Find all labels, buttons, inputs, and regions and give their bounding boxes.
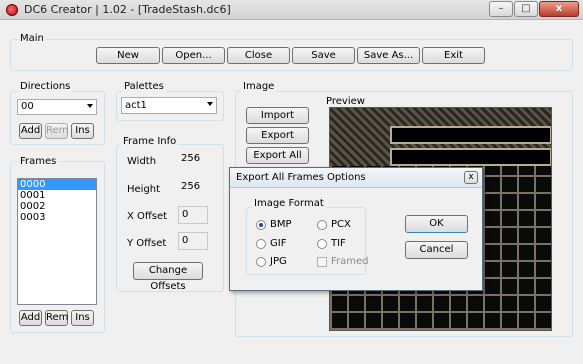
close-file-button[interactable]: Close — [227, 47, 290, 64]
y-offset-label: Y Offset — [127, 238, 167, 249]
export-button[interactable]: Export — [246, 127, 309, 144]
direction-add-button[interactable]: Add — [19, 123, 42, 139]
x-offset-value: 0 — [178, 206, 208, 224]
width-label: Width — [127, 156, 157, 167]
import-button[interactable]: Import — [246, 107, 309, 124]
dialog-title: Export All Frames Options — [236, 172, 366, 183]
palette-select-value: act1 — [125, 100, 147, 111]
list-item[interactable]: 0000 — [18, 179, 96, 190]
direction-rem-button[interactable]: Rem — [45, 123, 68, 139]
radio-bmp-label: BMP — [270, 219, 292, 230]
change-offsets-button[interactable]: Change Offsets — [133, 262, 203, 292]
direction-ins-button[interactable]: Ins — [71, 123, 94, 139]
frame-ins-button[interactable]: Ins — [71, 310, 94, 326]
radio-tif-label: TIF — [331, 238, 346, 249]
framed-checkbox[interactable] — [317, 257, 327, 267]
radio-gif-label: GIF — [270, 238, 287, 249]
height-label: Height — [127, 184, 161, 195]
image-group-label: Image — [241, 81, 277, 92]
title-bar[interactable]: DC6 Creator | 1.02 - [TradeStash.dc6] – … — [0, 0, 583, 20]
export-all-dialog: Export All Frames Options x Image Format… — [229, 167, 483, 291]
open-button[interactable]: Open... — [162, 47, 225, 64]
list-item[interactable]: 0001 — [18, 190, 96, 201]
height-value: 256 — [178, 179, 208, 197]
radio-tif[interactable] — [317, 239, 327, 249]
frame-add-button[interactable]: Add — [19, 310, 42, 326]
main-group-label: Main — [18, 33, 46, 44]
ok-button[interactable]: OK — [405, 215, 468, 233]
direction-select-value: 00 — [21, 101, 34, 112]
minimize-button[interactable]: – — [489, 1, 513, 17]
cancel-button[interactable]: Cancel — [405, 241, 468, 259]
new-button[interactable]: New — [96, 47, 160, 64]
x-offset-label: X Offset — [127, 211, 168, 222]
dialog-title-bar[interactable]: Export All Frames Options x — [230, 168, 482, 188]
stash-slot — [390, 148, 551, 166]
radio-jpg[interactable] — [256, 257, 266, 267]
chevron-down-icon — [207, 102, 213, 106]
radio-gif[interactable] — [256, 239, 266, 249]
width-value: 256 — [178, 151, 208, 169]
save-as-button[interactable]: Save As... — [357, 47, 420, 64]
frames-group-label: Frames — [18, 156, 59, 167]
image-format-label: Image Format — [252, 198, 326, 209]
close-window-button[interactable]: x — [539, 1, 579, 17]
radio-jpg-label: JPG — [270, 256, 287, 267]
palette-select[interactable]: act1 — [121, 97, 217, 114]
list-item[interactable]: 0003 — [18, 212, 96, 223]
frames-list[interactable]: 0000 0001 0002 0003 — [17, 178, 97, 305]
directions-group-label: Directions — [18, 81, 73, 92]
direction-select[interactable]: 00 — [17, 99, 97, 115]
radio-pcx-label: PCX — [331, 219, 351, 230]
maximize-button[interactable]: □ — [514, 1, 538, 17]
radio-bmp[interactable] — [256, 220, 266, 230]
preview-label: Preview — [326, 96, 365, 107]
window-title: DC6 Creator | 1.02 - [TradeStash.dc6] — [24, 3, 231, 16]
framed-label: Framed — [331, 256, 369, 267]
chevron-down-icon — [87, 104, 93, 108]
palettes-group-label: Palettes — [122, 81, 166, 92]
exit-button[interactable]: Exit — [422, 47, 485, 64]
export-all-button[interactable]: Export All — [246, 147, 309, 164]
stash-slot — [390, 126, 551, 144]
app-icon — [6, 4, 18, 16]
y-offset-value: 0 — [178, 232, 208, 250]
radio-pcx[interactable] — [317, 220, 327, 230]
frame-rem-button[interactable]: Rem — [45, 310, 68, 326]
list-item[interactable]: 0002 — [18, 201, 96, 212]
frame-info-group-label: Frame Info — [121, 136, 179, 147]
dialog-close-button[interactable]: x — [464, 171, 478, 184]
save-button[interactable]: Save — [292, 47, 355, 64]
